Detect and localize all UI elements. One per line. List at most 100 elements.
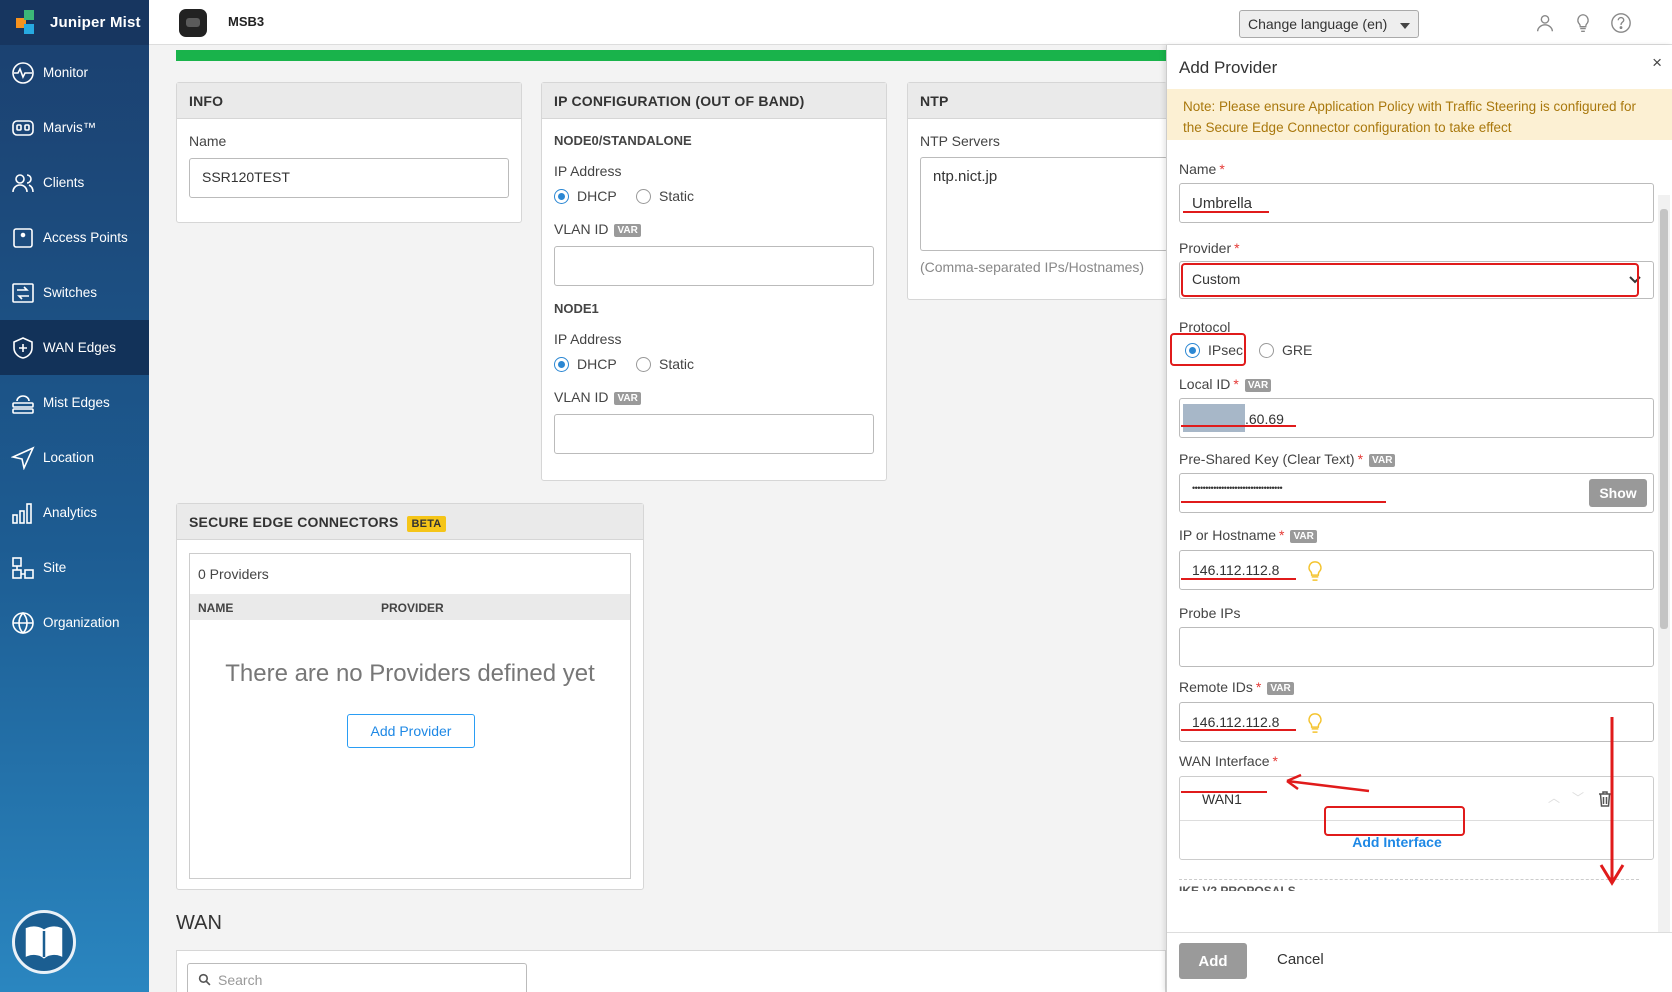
chevron-up-icon[interactable]: ︿ xyxy=(1548,789,1560,806)
sidebar-item-site[interactable]: Site xyxy=(0,540,149,595)
radio-on-icon xyxy=(554,188,569,204)
secure-edge-title: SECURE EDGE CONNECTORS xyxy=(189,514,399,530)
sidebar-item-clients[interactable]: Clients xyxy=(0,155,149,210)
ike-v2-section-title: IKE V2 PROPOSALS xyxy=(1179,879,1639,891)
radio-label: Static xyxy=(659,188,695,204)
node0-vlan-input[interactable] xyxy=(554,246,874,286)
site-name[interactable]: MSB3 xyxy=(228,14,264,29)
col-provider[interactable]: PROVIDER xyxy=(381,601,444,615)
marvis-icon xyxy=(12,119,34,136)
beta-badge: BETA xyxy=(406,516,447,532)
node1-static-radio[interactable]: Static xyxy=(636,356,694,372)
label-text: Provider xyxy=(1179,240,1232,256)
secure-edge-card: SECURE EDGE CONNECTORS BETA 0 Providers N… xyxy=(176,503,644,890)
add-provider-button[interactable]: Add Provider xyxy=(347,714,475,748)
close-icon[interactable]: × xyxy=(1652,53,1662,73)
sidebar: Juniper Mist Monitor Marvis™ Clients Acc… xyxy=(0,0,149,992)
node1-dhcp-radio[interactable]: DHCP xyxy=(554,356,617,372)
probe-ips-input[interactable] xyxy=(1179,627,1654,667)
local-id-input[interactable]: .60.69 xyxy=(1179,398,1654,438)
site-device-icon xyxy=(179,9,207,37)
annotation-arrow-left xyxy=(1286,773,1370,793)
top-bar: MSB3 Change language (en) xyxy=(149,0,1672,45)
gre-radio[interactable]: GRE xyxy=(1259,342,1312,358)
label-text: WAN Interface xyxy=(1179,753,1270,769)
lightbulb-icon[interactable] xyxy=(1572,12,1594,34)
ip-config-card: IP CONFIGURATION (OUT OF BAND) NODE0/STA… xyxy=(541,82,887,481)
node0-dhcp-radio[interactable]: DHCP xyxy=(554,188,617,204)
scrollbar-thumb[interactable] xyxy=(1660,209,1668,629)
name-input[interactable]: SSR120TEST xyxy=(189,158,509,198)
annotation-underline xyxy=(1183,211,1269,213)
cancel-button[interactable]: Cancel xyxy=(1277,951,1324,968)
drawer-scrollbar[interactable] xyxy=(1658,195,1670,975)
vlan-label-text: VLAN ID xyxy=(554,389,609,405)
add-provider-drawer: Add Provider × Note: Please ensure Appli… xyxy=(1166,45,1672,992)
wan-search-input[interactable]: Search xyxy=(187,963,527,992)
sidebar-item-marvis[interactable]: Marvis™ xyxy=(0,100,149,155)
annotation-underline xyxy=(1181,729,1296,731)
provider-name-label: Name * xyxy=(1179,161,1225,177)
chevron-down-icon[interactable]: ﹀ xyxy=(1572,789,1584,806)
required-mark: * xyxy=(1233,376,1239,392)
user-icon[interactable] xyxy=(1534,12,1556,34)
ntp-card: NTP NTP Servers ntp.nict.jp (Comma-separ… xyxy=(907,82,1168,300)
ntp-hint: (Comma-separated IPs/Hostnames) xyxy=(920,259,1145,275)
providers-table: 0 Providers NAME PROVIDER There are no P… xyxy=(189,553,631,879)
label-text: Name xyxy=(1179,161,1217,177)
search-icon xyxy=(198,973,211,986)
host-input[interactable]: 146.112.112.8 xyxy=(1179,550,1654,590)
psk-input[interactable]: •••••••••••••••••••••••••••••••••• Show xyxy=(1179,473,1654,513)
language-select[interactable]: Change language (en) xyxy=(1239,10,1419,38)
language-select-value: Change language (en) xyxy=(1248,16,1388,32)
annotation-box xyxy=(1324,806,1465,836)
annotation-underline xyxy=(1181,578,1296,580)
annotation-underline xyxy=(1181,425,1296,427)
ip-config-title: IP CONFIGURATION (OUT OF BAND) xyxy=(542,83,886,119)
node0-static-radio[interactable]: Static xyxy=(636,188,694,204)
radio-label: Static xyxy=(659,356,695,372)
remote-ids-input[interactable]: 146.112.112.8 xyxy=(1179,702,1654,742)
sidebar-item-organization[interactable]: Organization xyxy=(0,595,149,650)
sidebar-item-switches[interactable]: Switches xyxy=(0,265,149,320)
var-badge: VAR xyxy=(614,224,641,237)
name-label: Name xyxy=(189,133,227,149)
node1-vlan-input[interactable] xyxy=(554,414,874,454)
app-root: Juniper Mist Monitor Marvis™ Clients Acc… xyxy=(0,0,1672,992)
access-point-icon xyxy=(13,227,33,248)
node0-ip-label: IP Address xyxy=(554,163,622,179)
radio-label: GRE xyxy=(1282,342,1313,358)
help-book-button[interactable] xyxy=(12,910,76,974)
ntp-servers-input[interactable]: ntp.nict.jp xyxy=(920,157,1168,251)
info-card: INFO Name SSR120TEST xyxy=(176,82,522,223)
local-id-label: Local ID * VAR xyxy=(1179,376,1272,392)
sidebar-item-access-points[interactable]: Access Points xyxy=(0,210,149,265)
book-icon xyxy=(25,926,63,959)
brand-logo[interactable]: Juniper Mist xyxy=(0,0,149,45)
node1-heading: NODE1 xyxy=(554,301,599,316)
remote-ids-label: Remote IDs * VAR xyxy=(1179,679,1294,695)
var-badge: VAR xyxy=(614,392,641,405)
providers-count: 0 Providers xyxy=(198,566,269,582)
monitor-icon xyxy=(12,61,34,84)
add-button[interactable]: Add xyxy=(1179,943,1247,979)
vlan-label-text: VLAN ID xyxy=(554,221,609,237)
organization-icon xyxy=(12,611,34,634)
ntp-servers-label: NTP Servers xyxy=(920,133,1000,149)
info-title: INFO xyxy=(177,83,521,119)
sidebar-item-label: Organization xyxy=(43,615,120,630)
sidebar-item-mist-edges[interactable]: Mist Edges xyxy=(0,375,149,430)
show-psk-button[interactable]: Show xyxy=(1589,479,1647,507)
col-name[interactable]: NAME xyxy=(198,601,233,615)
annotation-arrow-down xyxy=(1599,717,1625,886)
sidebar-item-wan-edges[interactable]: WAN Edges xyxy=(0,320,149,375)
provider-name-input[interactable]: Umbrella xyxy=(1179,183,1654,223)
help-icon[interactable] xyxy=(1610,12,1632,34)
sidebar-item-monitor[interactable]: Monitor xyxy=(0,45,149,100)
sidebar-item-location[interactable]: Location xyxy=(0,430,149,485)
node0-vlan-label: VLAN ID VAR xyxy=(554,221,641,237)
remote-ids-value: 146.112.112.8 xyxy=(1192,714,1280,730)
wan-title: WAN xyxy=(176,912,222,934)
sidebar-item-analytics[interactable]: Analytics xyxy=(0,485,149,540)
sidebar-item-label: Site xyxy=(43,560,67,575)
